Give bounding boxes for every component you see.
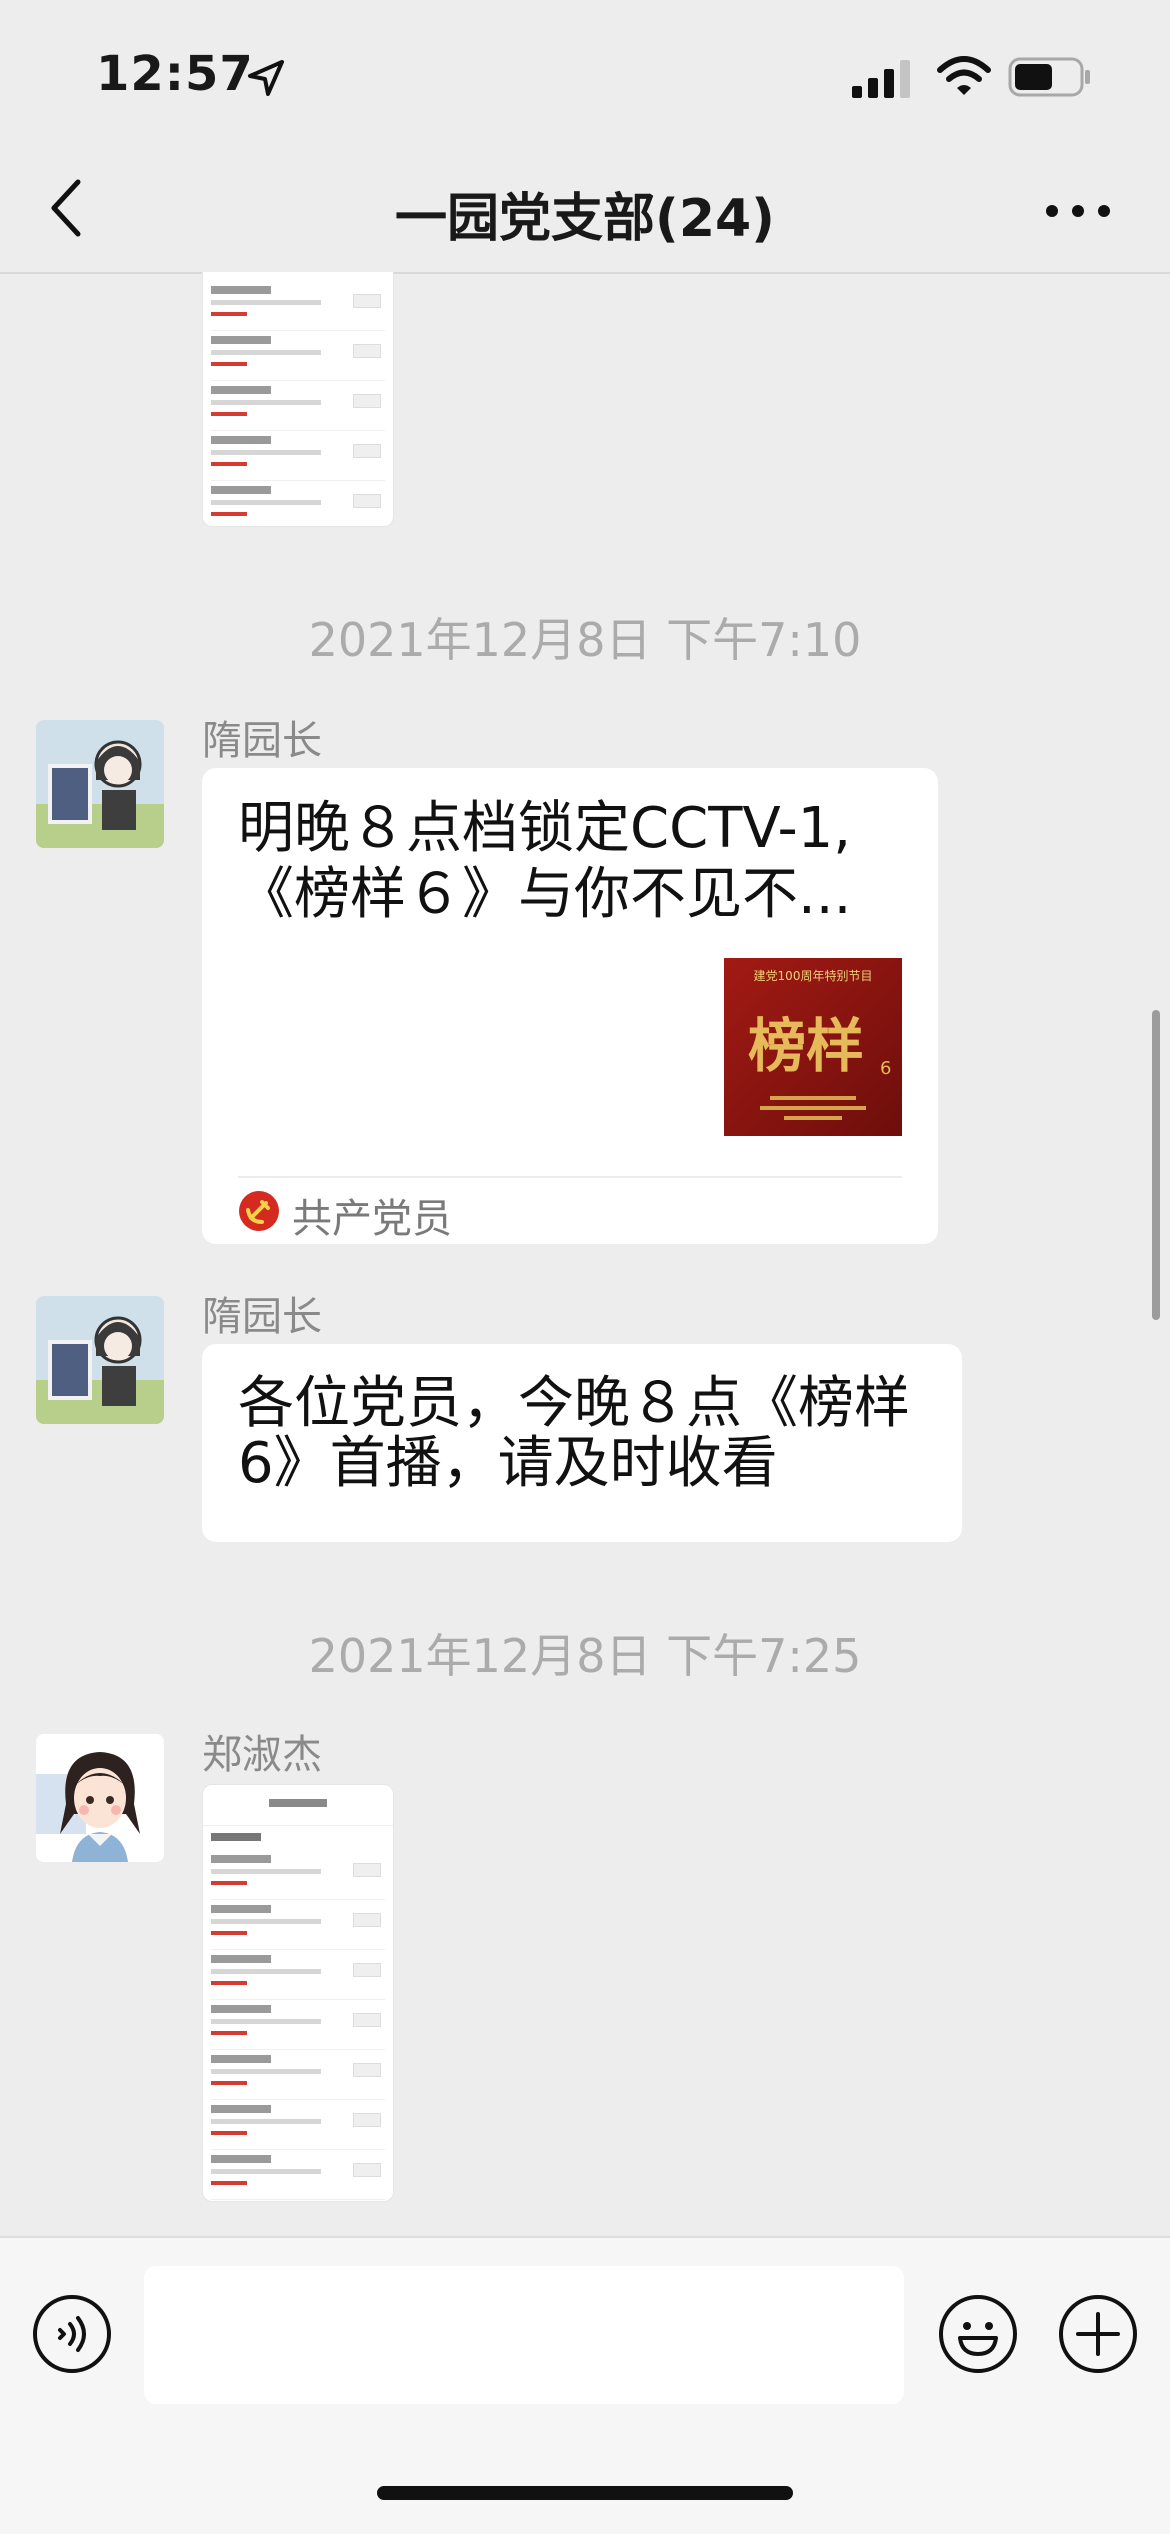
home-indicator[interactable] xyxy=(377,2486,793,2500)
chat-title: 一园党支部(24) xyxy=(395,189,775,249)
nav-bar: 一园党支部(24) xyxy=(0,150,1170,274)
thumb-header: 建党100周年特别节目 xyxy=(754,968,873,983)
status-bar: 12:57 xyxy=(0,0,1170,150)
link-thumbnail: 建党100周年特别节目 榜样 6 xyxy=(724,958,902,1136)
link-card-bubble[interactable]: 明晚８点档锁定CCTV-1,《榜样６》与你不见不... 建党100周年特别节目 … xyxy=(202,768,938,1244)
thumb-caption: 榜样 xyxy=(748,1012,864,1080)
status-time: 12:57 xyxy=(96,46,254,102)
sender-avatar[interactable] xyxy=(36,720,164,848)
battery-icon xyxy=(1008,57,1090,97)
link-title: 明晚８点档锁定CCTV-1,《榜样６》与你不见不... xyxy=(238,796,852,927)
sender-name: 郑淑杰 xyxy=(202,1732,322,1778)
avatar-image xyxy=(36,1734,164,1862)
location-arrow-icon xyxy=(248,60,284,96)
scroll-indicator[interactable] xyxy=(1152,1010,1160,1320)
sender-avatar[interactable] xyxy=(36,1296,164,1424)
sender-name: 隋园长 xyxy=(202,1294,322,1340)
avatar-image xyxy=(36,720,164,848)
text-message-bubble[interactable]: 各位党员，今晚８点《榜样6》首播，请及时收看 xyxy=(202,1344,962,1542)
message-timestamp: 2021年12月8日 下午7:25 xyxy=(308,1629,862,1683)
emoji-icon[interactable] xyxy=(938,2294,1018,2374)
message-text: 各位党员，今晚８点《榜样6》首播，请及时收看 xyxy=(238,1371,910,1496)
avatar-image xyxy=(36,1296,164,1424)
message-timestamp: 2021年12月8日 下午7:10 xyxy=(308,613,862,667)
previous-image-message[interactable] xyxy=(202,272,394,527)
cellular-signal-icon xyxy=(852,60,910,98)
link-divider xyxy=(238,1176,902,1178)
message-input[interactable] xyxy=(144,2266,904,2404)
sender-name: 隋园长 xyxy=(202,718,322,764)
plus-icon[interactable] xyxy=(1058,2294,1138,2374)
link-source-name: 共产党员 xyxy=(292,1196,452,1242)
image-message[interactable] xyxy=(202,1784,394,2202)
party-emblem-icon xyxy=(239,1191,279,1231)
thumb-number: 6 xyxy=(880,1058,891,1079)
more-options-icon[interactable] xyxy=(1042,194,1114,228)
voice-input-icon[interactable] xyxy=(32,2294,112,2374)
wifi-icon xyxy=(937,56,991,95)
sender-avatar[interactable] xyxy=(36,1734,164,1862)
